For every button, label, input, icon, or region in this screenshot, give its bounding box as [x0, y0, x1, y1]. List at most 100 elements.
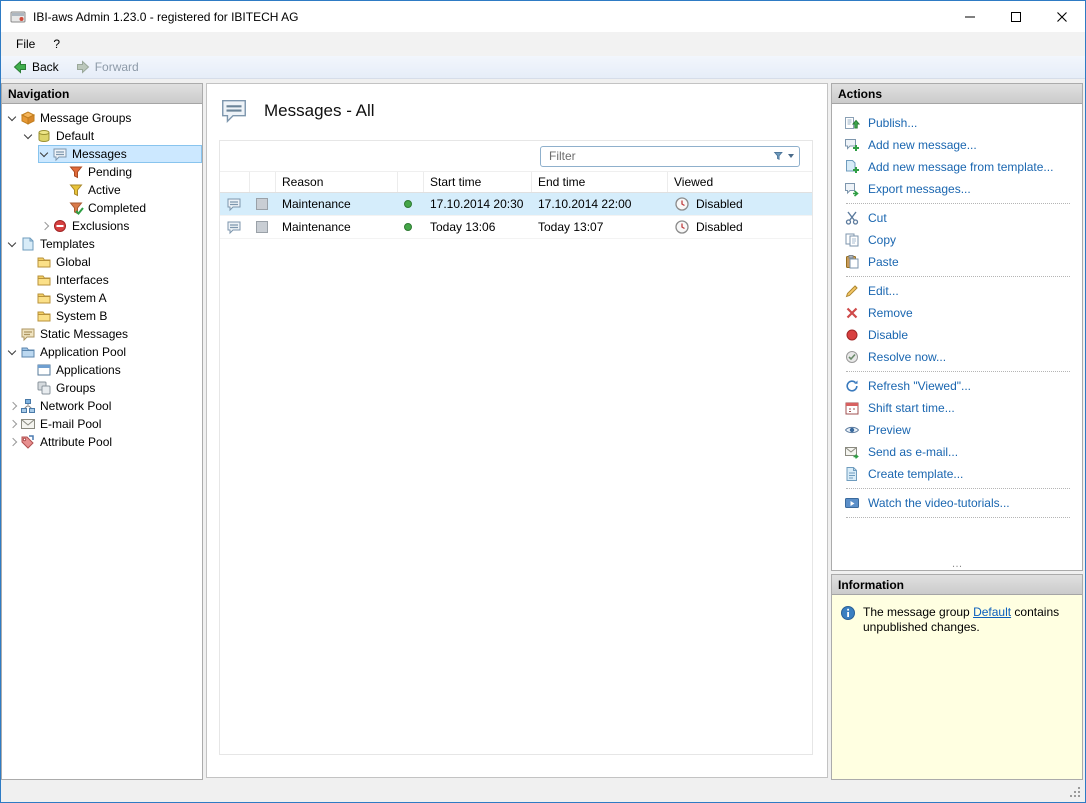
column-header-status[interactable] — [398, 172, 424, 192]
tree-item-static-messages[interactable]: Static Messages — [6, 325, 202, 343]
action-remove[interactable]: Remove — [844, 302, 1076, 324]
tree-item-global[interactable]: Global — [22, 253, 202, 271]
cell-end-time: Today 13:07 — [538, 220, 604, 234]
tree-item-label: Message Groups — [40, 111, 132, 125]
action-watch-the-video-tutorials[interactable]: Watch the video-tutorials... — [844, 492, 1076, 514]
menu-file[interactable]: File — [7, 34, 44, 54]
cell-status — [398, 223, 424, 231]
tree-item-messages[interactable]: Messages — [38, 145, 202, 163]
tree-item-e-mail-pool[interactable]: E-mail Pool — [6, 415, 202, 433]
back-button[interactable]: Back — [7, 58, 64, 76]
action-label: Watch the video-tutorials... — [868, 496, 1010, 510]
action-preview[interactable]: Preview — [844, 419, 1076, 441]
minimize-button[interactable] — [947, 1, 993, 32]
action-cut[interactable]: Cut — [844, 207, 1076, 229]
tree-item-exclusions[interactable]: Exclusions — [38, 217, 202, 235]
menu-help[interactable]: ? — [44, 34, 69, 54]
tree-item-label: Interfaces — [56, 273, 109, 287]
column-header-end[interactable]: End time — [532, 172, 668, 192]
tree-item-attribute-pool[interactable]: Attribute Pool — [6, 433, 202, 451]
actions-separator — [846, 517, 1070, 518]
expander-placeholder — [54, 164, 67, 180]
tree-item-active[interactable]: Active — [54, 181, 202, 199]
action-label: Publish... — [868, 116, 918, 130]
tree-item-network-pool[interactable]: Network Pool — [6, 397, 202, 415]
default-group-link[interactable]: Default — [973, 605, 1011, 619]
message-group-default-icon — [36, 128, 52, 144]
table-header: Reason Start time End time Viewed — [220, 171, 812, 193]
expander-expanded-icon[interactable] — [38, 146, 51, 162]
column-header-reason[interactable]: Reason — [276, 172, 398, 192]
expander-placeholder — [22, 362, 35, 378]
tree-item-completed[interactable]: Completed — [54, 199, 202, 217]
tree-item-label: System B — [56, 309, 108, 323]
expander-expanded-icon[interactable] — [6, 344, 19, 360]
tree-item-pending[interactable]: Pending — [54, 163, 202, 181]
tree-item-label: Global — [56, 255, 91, 269]
refresh-viewed-icon — [844, 378, 860, 394]
action-edit[interactable]: Edit... — [844, 280, 1076, 302]
expander-collapsed-icon[interactable] — [6, 416, 19, 432]
tree-item-label: Pending — [88, 165, 133, 179]
expander-placeholder — [22, 254, 35, 270]
action-publish[interactable]: Publish... — [844, 112, 1076, 134]
close-button[interactable] — [1039, 1, 1085, 32]
column-header-color[interactable] — [250, 172, 276, 192]
expander-collapsed-icon[interactable] — [38, 218, 51, 234]
action-label: Refresh "Viewed"... — [868, 379, 972, 393]
actions-overflow-grip[interactable]: … — [832, 559, 1082, 570]
actions-panel: Actions Publish... Add new message... Add … — [831, 83, 1083, 571]
action-add-new-message[interactable]: Add new message... — [844, 134, 1076, 156]
add-message-icon — [844, 137, 860, 153]
resize-grip[interactable] — [1070, 787, 1081, 798]
tree-item-applications[interactable]: Applications — [22, 361, 202, 379]
cell-type — [220, 219, 250, 235]
tree-item-system-a[interactable]: System A — [22, 289, 202, 307]
tree-item-message-groups[interactable]: Message Groups — [6, 109, 202, 127]
messages-grid: Reason Start timeEnd timeViewed Maintenan… — [219, 140, 813, 755]
tree-item-interfaces[interactable]: Interfaces — [22, 271, 202, 289]
column-header-viewed[interactable]: Viewed — [668, 172, 812, 192]
filter-funnel-icon[interactable] — [773, 150, 794, 163]
tree-item-templates[interactable]: Templates — [6, 235, 202, 253]
tree-item-label: Messages — [72, 147, 127, 161]
forward-button[interactable]: Forward — [70, 58, 144, 76]
action-resolve-now[interactable]: Resolve now... — [844, 346, 1076, 368]
cell-viewed: Disabled — [668, 219, 812, 235]
main-panel: Messages - All Reason Start timeEnd timeV… — [206, 83, 828, 778]
expander-collapsed-icon[interactable] — [6, 398, 19, 414]
action-create-template[interactable]: Create template... — [844, 463, 1076, 485]
cell-status — [398, 200, 424, 208]
action-send-as-e-mail[interactable]: Send as e-mail... — [844, 441, 1076, 463]
expander-expanded-icon[interactable] — [6, 110, 19, 126]
maximize-button[interactable] — [993, 1, 1039, 32]
action-label: Disable — [868, 328, 909, 342]
tree-item-application-pool[interactable]: Application Pool — [6, 343, 202, 361]
column-header-start[interactable]: Start time — [424, 172, 532, 192]
tree-item-default[interactable]: Default — [22, 127, 202, 145]
action-shift-start-time[interactable]: Shift start time... — [844, 397, 1076, 419]
folder-icon — [36, 308, 52, 324]
export-messages-icon — [844, 181, 860, 197]
action-refresh-viewed[interactable]: Refresh "Viewed"... — [844, 375, 1076, 397]
tree-item-label: Static Messages — [40, 327, 129, 341]
expander-expanded-icon[interactable] — [22, 128, 35, 144]
expander-expanded-icon[interactable] — [6, 236, 19, 252]
back-label: Back — [32, 60, 59, 74]
table-row[interactable]: Maintenance 17.10.2014 20:30 17.10.2014 22… — [220, 193, 812, 216]
actions-separator — [846, 371, 1070, 372]
tree-item-system-b[interactable]: System B — [22, 307, 202, 325]
action-disable[interactable]: Disable — [844, 324, 1076, 346]
table-row[interactable]: Maintenance Today 13:06 Today 13:07 Disable… — [220, 216, 812, 239]
action-add-new-message-from-template[interactable]: Add new message from template... — [844, 156, 1076, 178]
action-copy[interactable]: Copy — [844, 229, 1076, 251]
action-export-messages[interactable]: Export messages... — [844, 178, 1076, 200]
expander-placeholder — [22, 272, 35, 288]
expander-collapsed-icon[interactable] — [6, 434, 19, 450]
filter-input[interactable] — [549, 149, 773, 163]
edit-icon — [844, 283, 860, 299]
column-header-type[interactable] — [220, 172, 250, 192]
tree-item-label: Templates — [40, 237, 95, 251]
tree-item-groups[interactable]: Groups — [22, 379, 202, 397]
action-paste[interactable]: Paste — [844, 251, 1076, 273]
